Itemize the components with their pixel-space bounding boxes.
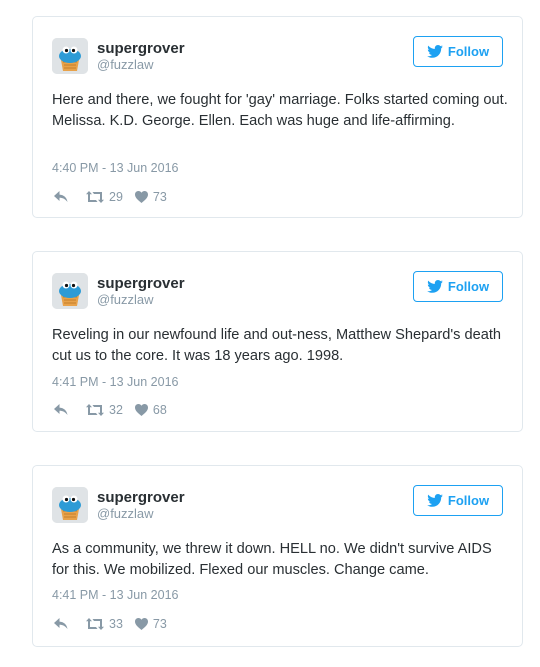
retweet-count: 33	[109, 617, 123, 631]
tweet-timestamp[interactable]: 4:41 PM - 13 Jun 2016	[52, 588, 178, 603]
like-count: 68	[152, 403, 167, 417]
retweet-count: 29	[109, 190, 123, 204]
retweet-icon	[86, 404, 104, 416]
retweet-button[interactable]: 32	[86, 403, 123, 417]
retweet-icon	[86, 618, 104, 630]
tweet-card: supergrover @fuzzlaw Follow Here and the…	[32, 16, 523, 218]
like-button[interactable]: 73	[134, 617, 167, 631]
follow-label: Follow	[447, 493, 490, 508]
tweet-card: supergrover @fuzzlaw Follow As a communi…	[32, 465, 523, 647]
heart-icon	[134, 404, 148, 416]
follow-button[interactable]: Follow	[413, 36, 503, 67]
user-name[interactable]: supergrover	[97, 275, 185, 292]
tweet-text: Here and there, we fought for 'gay' marr…	[52, 92, 508, 129]
user-handle[interactable]: @fuzzlaw	[97, 506, 154, 521]
tweet-text: As a community, we threw it down. HELL n…	[52, 541, 492, 578]
twitter-bird-icon	[427, 45, 443, 58]
user-handle[interactable]: @fuzzlaw	[97, 57, 154, 72]
tweet-timestamp[interactable]: 4:41 PM - 13 Jun 2016	[52, 375, 178, 390]
heart-icon	[134, 618, 148, 630]
user-name[interactable]: supergrover	[97, 489, 185, 506]
like-button[interactable]: 68	[134, 403, 167, 417]
reply-icon[interactable]	[54, 191, 68, 203]
retweet-button[interactable]: 33	[86, 617, 123, 631]
reply-icon[interactable]	[54, 618, 68, 630]
tweet-card: supergrover @fuzzlaw Follow Reveling in …	[32, 251, 523, 432]
follow-button[interactable]: Follow	[413, 271, 503, 302]
tweet-actions: 32 68	[54, 402, 167, 418]
avatar[interactable]	[52, 273, 88, 309]
reply-icon[interactable]	[54, 404, 68, 416]
heart-icon	[134, 191, 148, 203]
like-count: 73	[152, 617, 167, 631]
follow-label: Follow	[447, 44, 490, 59]
follow-label: Follow	[447, 279, 490, 294]
retweet-icon	[86, 191, 104, 203]
follow-button[interactable]: Follow	[413, 485, 503, 516]
tweet-actions: 29 73	[54, 189, 167, 205]
retweet-button[interactable]: 29	[86, 190, 123, 204]
twitter-bird-icon	[427, 494, 443, 507]
tweet-text: Reveling in our newfound life and out-ne…	[52, 327, 501, 364]
like-count: 73	[152, 190, 167, 204]
like-button[interactable]: 73	[134, 190, 167, 204]
avatar[interactable]	[52, 38, 88, 74]
twitter-bird-icon	[427, 280, 443, 293]
user-name[interactable]: supergrover	[97, 40, 185, 57]
avatar[interactable]	[52, 487, 88, 523]
user-handle[interactable]: @fuzzlaw	[97, 292, 154, 307]
tweet-actions: 33 73	[54, 616, 167, 632]
retweet-count: 32	[109, 403, 123, 417]
tweet-timestamp[interactable]: 4:40 PM - 13 Jun 2016	[52, 161, 178, 176]
